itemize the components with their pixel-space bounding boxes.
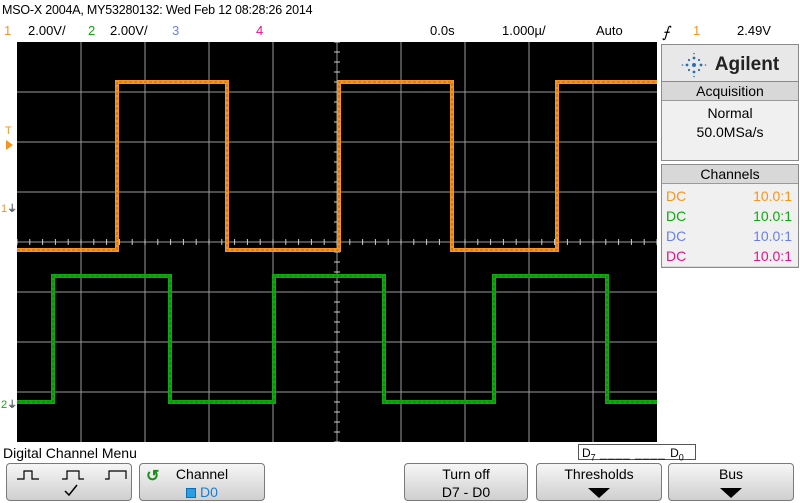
ch4-probe: 10.0:1	[753, 248, 792, 264]
ch2-probe: 10.0:1	[753, 208, 792, 224]
channel-checkbox-icon	[186, 488, 197, 498]
channel-label: Channel	[175, 466, 229, 482]
channel-softkey[interactable]: ↺ Channel D0	[139, 463, 265, 501]
acquisition-box: Acquisition Normal 50.0MSa/s	[661, 81, 799, 161]
channels-title: Channels	[662, 165, 798, 184]
ch2-number[interactable]: 2	[88, 23, 95, 38]
status-bar: 1 2.00V/ 2 2.00V/ 3 4 0.0s 1.000µ/ Auto …	[0, 21, 800, 41]
sample-rate: 50.0MSa/s	[696, 124, 764, 140]
channels-box: Channels DC 10.0:1 DC 10.0:1 DC 10.0:1 D…	[661, 164, 799, 268]
ch2-ground-marker[interactable]: 2⏚	[1, 396, 17, 411]
brand-name: Agilent	[714, 54, 780, 75]
ch1-coupling: DC	[666, 188, 687, 204]
bus-softkey[interactable]: Bus	[668, 463, 794, 501]
scope-graticule	[17, 42, 657, 442]
trigger-arrow-icon	[6, 140, 13, 150]
submenu-arrow-icon	[720, 488, 742, 498]
info-panel: Agilent Acquisition Normal 50.0MSa/s Cha…	[659, 42, 800, 442]
submenu-arrow-icon	[588, 488, 610, 498]
ch3-probe: 10.0:1	[753, 228, 792, 244]
acquisition-mode: Normal	[707, 105, 753, 121]
ch1-waveform	[17, 80, 657, 252]
ch1-ground-marker[interactable]: 1⏚	[1, 200, 17, 215]
softkey-waveform-select[interactable]	[6, 463, 132, 501]
ch2-scale[interactable]: 2.00V/	[110, 23, 148, 38]
ch2-coupling: DC	[666, 208, 687, 224]
channel-row-3: DC 10.0:1	[662, 226, 798, 246]
turn-off-softkey[interactable]: Turn off D7 - D0	[404, 463, 528, 501]
ch4-coupling: DC	[666, 248, 687, 264]
trigger-edge-icon: ⨍	[662, 24, 670, 41]
trigger-level-marker[interactable]: T	[5, 125, 12, 137]
ch3-number[interactable]: 3	[172, 23, 179, 38]
ch1-number[interactable]: 1	[4, 23, 11, 38]
trigger-source[interactable]: 1	[693, 23, 700, 38]
time-scale[interactable]: 1.000µ/	[502, 23, 546, 38]
channel-row-1: DC 10.0:1	[662, 184, 798, 206]
channel-row-4: DC 10.0:1	[662, 246, 798, 266]
thresholds-label: Thresholds	[564, 466, 634, 482]
turn-off-label: Turn off	[442, 466, 490, 482]
time-position[interactable]: 0.0s	[430, 23, 455, 38]
trigger-level[interactable]: 2.49V	[737, 23, 771, 38]
agilent-spark-icon	[681, 52, 707, 78]
pulse-icons	[17, 470, 127, 497]
acquisition-title: Acquisition	[662, 82, 798, 101]
window-title: MSO-X 2004A, MY53280132: Wed Feb 12 08:2…	[2, 3, 313, 17]
channel-row-2: DC 10.0:1	[662, 206, 798, 226]
waveform-display[interactable]	[17, 42, 657, 442]
ch1-probe: 10.0:1	[753, 188, 792, 204]
thresholds-softkey[interactable]: Thresholds	[536, 463, 662, 501]
trigger-mode[interactable]: Auto	[596, 23, 623, 38]
ch3-coupling: DC	[666, 228, 687, 244]
ch1-scale[interactable]: 2.00V/	[28, 23, 66, 38]
menu-title: Digital Channel Menu	[3, 445, 137, 461]
turn-off-value: D7 - D0	[441, 484, 491, 500]
ch4-number[interactable]: 4	[256, 23, 263, 38]
bus-label: Bus	[718, 466, 744, 482]
channel-value: D0	[199, 484, 218, 500]
digital-range-indicator: D7 ____ ____ D0	[578, 444, 696, 462]
brand-logo: Agilent	[661, 44, 799, 86]
